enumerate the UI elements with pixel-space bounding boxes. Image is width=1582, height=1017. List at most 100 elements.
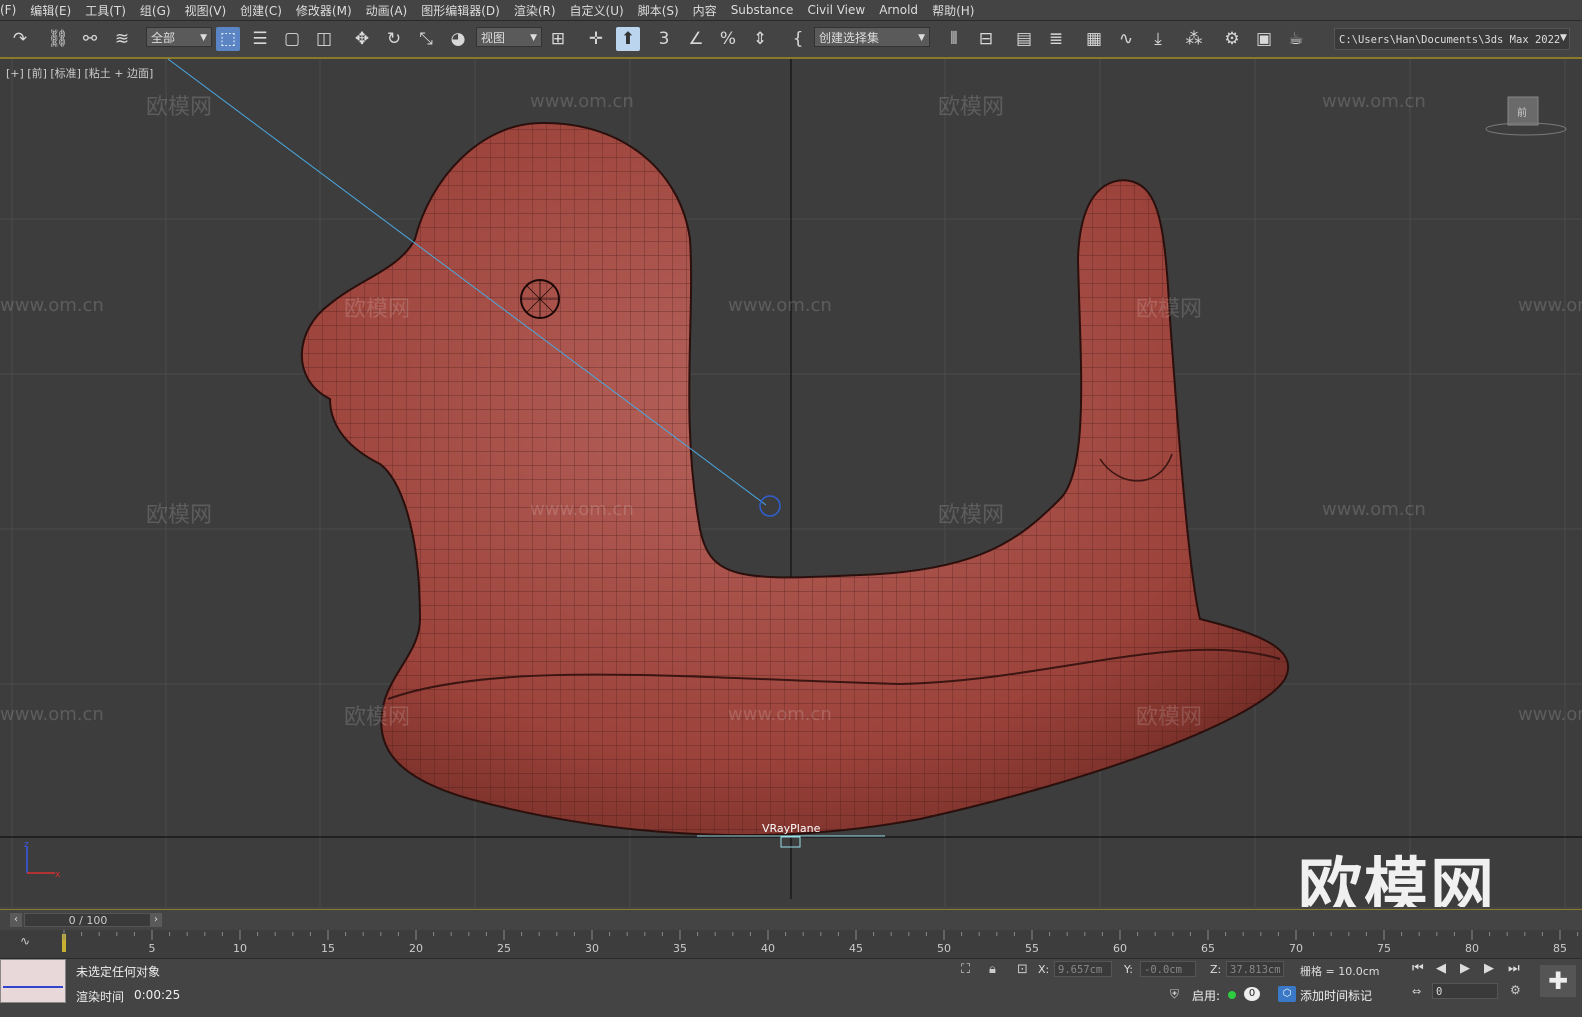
menu-item[interactable]: 内容 bbox=[693, 2, 731, 19]
watermark-url: www.om.cn bbox=[1322, 499, 1426, 520]
scene-explorer-icon[interactable]: ▤ bbox=[1012, 27, 1036, 51]
current-frame-field[interactable]: 0 bbox=[1432, 983, 1498, 999]
watermark: 欧模网 bbox=[938, 95, 1005, 120]
project-path-field[interactable]: C:\Users\Han\Documents\3ds Max 2022 bbox=[1334, 28, 1570, 50]
grid-size-label: 栅格 = 10.0cm bbox=[1300, 965, 1380, 978]
rotate-icon[interactable]: ↻ bbox=[382, 27, 406, 51]
menu-item[interactable]: 渲染(R) bbox=[514, 2, 570, 19]
menu-item[interactable]: 动画(A) bbox=[366, 2, 422, 19]
rendered-frame-window-icon[interactable]: ▣ bbox=[1252, 27, 1276, 51]
align-icon[interactable]: ⊟ bbox=[974, 27, 998, 51]
ruler-tick-label: 20 bbox=[409, 942, 423, 955]
menu-item[interactable]: Substance bbox=[731, 3, 808, 17]
menu-item[interactable]: 工具(T) bbox=[85, 2, 140, 19]
path-dropdown-arrow-icon[interactable]: ▼ bbox=[1560, 33, 1567, 43]
angle-snap-icon[interactable]: ∠ bbox=[684, 27, 708, 51]
move-icon[interactable]: ✥ bbox=[350, 27, 374, 51]
viewport-label[interactable]: [+] [前] [标准] [粘土 + 边面] bbox=[6, 65, 153, 81]
toggle-ribbon-icon[interactable]: ▦ bbox=[1082, 27, 1106, 51]
spinner-snap-icon[interactable]: ⇕ bbox=[748, 27, 772, 51]
viewport-canvas: z x bbox=[0, 59, 1582, 907]
front-viewport[interactable]: z x [+] [前] [标准] [粘土 + 边面] 前 欧模网 www.om.… bbox=[0, 59, 1582, 907]
menu-item[interactable]: 编辑(E) bbox=[30, 2, 85, 19]
menu-item[interactable]: Arnold bbox=[879, 3, 932, 17]
ruler-ticks: 5 10 15 20 25 30 35 40 45 50 55 60 65 70 75 80 85 bbox=[63, 930, 1579, 955]
prev-frame-arrow-icon[interactable]: ‹ bbox=[10, 913, 22, 927]
watermark: 欧模网 bbox=[146, 95, 213, 120]
selection-filter-dropdown[interactable]: 全部 ▼ bbox=[146, 27, 212, 47]
z-coordinate-field[interactable]: 37.813cm bbox=[1226, 961, 1284, 977]
menu-bar: (F) 编辑(E) 工具(T) 组(G) 视图(V) 创建(C) 修改器(M) 动画(A) 图形… bbox=[0, 0, 1582, 21]
selection-lock-icon[interactable]: 🔒︎ bbox=[989, 962, 996, 977]
unlink-icon[interactable]: ⚯ bbox=[78, 27, 102, 51]
redo-icon[interactable]: ↷ bbox=[8, 27, 32, 51]
ruler-tick-label: 55 bbox=[1025, 942, 1039, 955]
next-frame-arrow-icon[interactable]: › bbox=[150, 913, 162, 927]
menu-item[interactable]: 组(G) bbox=[140, 2, 185, 19]
time-config-icon[interactable]: ⚙ bbox=[1510, 983, 1521, 997]
rectangular-selection-icon[interactable]: ▢ bbox=[280, 27, 304, 51]
keyboard-shortcut-override-icon[interactable]: ⬆ bbox=[616, 27, 640, 51]
mirror-icon[interactable]: ⫴ bbox=[942, 27, 966, 51]
add-time-tag-button[interactable]: 添加时间标记 bbox=[1300, 987, 1372, 1004]
menu-item[interactable]: 图形编辑器(D) bbox=[421, 2, 514, 19]
next-frame-icon[interactable]: ▶︎ bbox=[1484, 961, 1494, 976]
ruler-tick-label: 50 bbox=[937, 942, 951, 955]
window-crossing-icon[interactable]: ◫ bbox=[312, 27, 336, 51]
viewport-navigation-icon[interactable]: ✚ bbox=[1540, 965, 1576, 997]
y-coordinate-field[interactable]: -0.0cm bbox=[1140, 961, 1196, 977]
timeline-ruler[interactable]: ∿ 5 10 15 20 25 30 35 40 45 50 55 60 65 70 75 80 85 bbox=[0, 930, 1582, 959]
menu-item[interactable]: 自定义(U) bbox=[570, 2, 638, 19]
svg-text:z: z bbox=[24, 840, 29, 850]
watermark-url: www.om.cn bbox=[1518, 295, 1582, 316]
axis-tripod: z x bbox=[24, 840, 61, 880]
menu-item[interactable]: (F) bbox=[0, 3, 30, 17]
frame-spinner-arrow-icon[interactable]: ⇔ bbox=[1412, 985, 1421, 998]
snaps-toggle-icon[interactable]: 3 bbox=[652, 27, 676, 51]
layer-explorer-icon[interactable]: ≣ bbox=[1044, 27, 1068, 51]
select-object-icon[interactable]: ⬚ bbox=[216, 27, 240, 51]
bind-space-warp-icon[interactable]: ≋ bbox=[110, 27, 134, 51]
watermark: 欧模网 bbox=[938, 503, 1005, 528]
go-to-start-icon[interactable]: ⏮ bbox=[1412, 961, 1424, 976]
schematic-view-icon[interactable]: ⤓ bbox=[1146, 27, 1170, 51]
watermark: 欧模网 bbox=[1136, 297, 1203, 322]
menu-item[interactable]: 视图(V) bbox=[185, 2, 241, 19]
menu-item[interactable]: 脚本(S) bbox=[638, 2, 693, 19]
curve-editor-icon[interactable]: ∿ bbox=[1114, 27, 1138, 51]
viewcube-label: 前 bbox=[1517, 108, 1527, 119]
menu-item[interactable]: 修改器(M) bbox=[296, 2, 366, 19]
menu-item[interactable]: Civil View bbox=[807, 3, 879, 17]
enable-label: 启用: bbox=[1192, 989, 1221, 1003]
watermark-url: www.om.cn bbox=[530, 499, 634, 520]
select-by-name-icon[interactable]: ☰ bbox=[248, 27, 272, 51]
time-slider[interactable]: 0 / 100 bbox=[24, 913, 152, 927]
reference-coordinate-dropdown[interactable]: 视图 ▼ bbox=[476, 27, 542, 47]
render-production-icon[interactable]: ☕ bbox=[1284, 27, 1308, 51]
maxscript-listener[interactable] bbox=[0, 959, 66, 1003]
menu-item[interactable]: 帮助(H) bbox=[932, 2, 988, 19]
watermark: 欧模网 bbox=[344, 705, 411, 730]
isolate-selection-icon[interactable]: ⛶ bbox=[961, 962, 970, 977]
adaptive-degradation-icon[interactable]: ⛨ bbox=[1170, 987, 1179, 1002]
edit-named-selection-icon[interactable]: { bbox=[786, 27, 810, 51]
place-icon[interactable]: ◕ bbox=[446, 27, 470, 51]
menu-item[interactable]: 创建(C) bbox=[240, 2, 296, 19]
absolute-mode-icon[interactable]: ⊡ bbox=[1017, 962, 1028, 977]
percent-snap-icon[interactable]: % bbox=[716, 27, 740, 51]
play-icon[interactable]: ▶︎ bbox=[1460, 961, 1470, 976]
time-tag-icon[interactable]: ⬡ bbox=[1278, 986, 1296, 1002]
material-editor-icon[interactable]: ⁂ bbox=[1182, 27, 1206, 51]
named-selection-dropdown[interactable]: 创建选择集 ▼ bbox=[814, 27, 930, 47]
pivot-center-icon[interactable]: ⊞ bbox=[546, 27, 570, 51]
scale-icon[interactable]: ⤡ bbox=[414, 27, 438, 51]
render-setup-icon[interactable]: ⚙ bbox=[1220, 27, 1244, 51]
previous-frame-icon[interactable]: ◀︎ bbox=[1436, 961, 1446, 976]
ruler-tick-label: 35 bbox=[673, 942, 687, 955]
go-to-end-icon[interactable]: ⏭ bbox=[1508, 961, 1520, 976]
link-icon[interactable]: ⛓ bbox=[46, 27, 70, 51]
watermark-url: www.om.cn bbox=[1322, 91, 1426, 112]
light-target-icon[interactable] bbox=[759, 495, 781, 517]
x-coordinate-field[interactable]: 9.657cm bbox=[1054, 961, 1112, 977]
select-manipulate-icon[interactable]: ✛ bbox=[584, 27, 608, 51]
